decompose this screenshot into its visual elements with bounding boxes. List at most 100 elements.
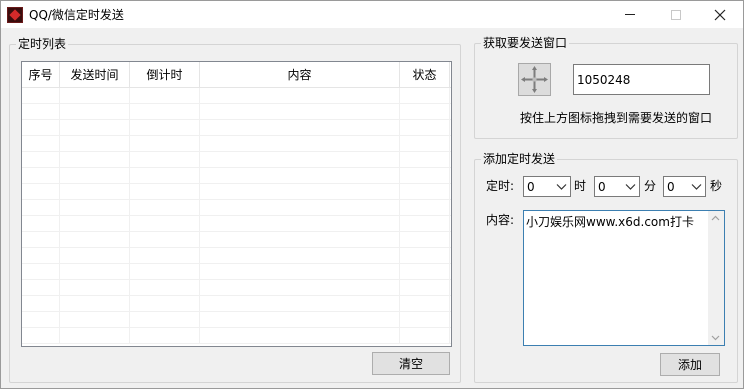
table-cell <box>60 104 130 120</box>
table-cell <box>130 216 200 232</box>
window-handle-field[interactable]: 1050248 <box>573 64 710 95</box>
table-cell <box>60 216 130 232</box>
table-cell <box>200 136 400 152</box>
table-row <box>22 264 451 280</box>
close-icon <box>714 9 726 20</box>
table-row <box>22 184 451 200</box>
table-cell <box>22 168 60 184</box>
table-cell <box>400 232 450 248</box>
table-cell <box>60 120 130 136</box>
schedule-list-body <box>22 88 451 344</box>
close-button[interactable] <box>697 1 743 28</box>
second-select[interactable]: 0 <box>663 176 706 197</box>
table-row <box>22 152 451 168</box>
table-cell <box>200 248 400 264</box>
table-row <box>22 232 451 248</box>
table-cell <box>200 296 400 312</box>
column-header-index[interactable]: 序号 <box>22 62 60 88</box>
content-input-value: 小刀娱乐网www.x6d.com打卡 <box>526 215 694 229</box>
table-cell <box>200 168 400 184</box>
table-cell <box>22 136 60 152</box>
table-row <box>22 120 451 136</box>
table-cell <box>130 200 200 216</box>
minute-select-value: 0 <box>598 179 606 194</box>
minimize-button[interactable] <box>607 1 653 28</box>
table-cell <box>400 104 450 120</box>
table-cell <box>60 184 130 200</box>
column-header-content[interactable]: 内容 <box>200 62 400 88</box>
chevron-down-icon <box>556 184 567 190</box>
table-row <box>22 280 451 296</box>
table-cell <box>22 216 60 232</box>
table-row <box>22 296 451 312</box>
table-cell <box>130 328 200 344</box>
maximize-icon <box>671 9 681 20</box>
time-label: 定时: <box>486 179 515 193</box>
second-select-value: 0 <box>667 179 675 194</box>
add-button-label: 添加 <box>677 358 702 372</box>
add-schedule-title: 添加定时发送 <box>481 152 558 166</box>
table-cell <box>22 248 60 264</box>
table-cell <box>130 280 200 296</box>
chevron-down-icon <box>691 184 702 190</box>
window-handle-value: 1050248 <box>577 72 631 87</box>
content-scrollbar[interactable] <box>708 211 724 345</box>
hour-select-value: 0 <box>527 179 535 194</box>
chevron-down-icon[interactable] <box>711 335 720 341</box>
column-header-status[interactable]: 状态 <box>400 62 450 88</box>
table-cell <box>130 168 200 184</box>
table-cell <box>60 152 130 168</box>
table-cell <box>130 104 200 120</box>
table-cell <box>130 88 200 104</box>
table-cell <box>200 88 400 104</box>
table-cell <box>60 280 130 296</box>
target-window-title: 获取要发送窗口 <box>481 36 570 50</box>
schedule-list-title: 定时列表 <box>16 37 69 51</box>
window-finder-handle[interactable] <box>518 63 551 96</box>
table-cell <box>200 152 400 168</box>
schedule-list[interactable]: 序号 发送时间 倒计时 内容 状态 <box>21 61 452 347</box>
table-cell <box>60 248 130 264</box>
table-row <box>22 104 451 120</box>
table-row <box>22 200 451 216</box>
table-cell <box>60 328 130 344</box>
table-cell <box>130 264 200 280</box>
table-cell <box>22 264 60 280</box>
table-cell <box>400 136 450 152</box>
table-cell <box>200 264 400 280</box>
maximize-button[interactable] <box>653 1 699 28</box>
add-button[interactable]: 添加 <box>660 353 720 376</box>
clear-button[interactable]: 清空 <box>372 352 450 375</box>
table-row <box>22 88 451 104</box>
table-cell <box>130 248 200 264</box>
title-bar: QQ/微信定时发送 <box>1 1 743 28</box>
table-cell <box>22 184 60 200</box>
table-cell <box>130 312 200 328</box>
hour-select[interactable]: 0 <box>523 176 571 197</box>
table-cell <box>22 120 60 136</box>
table-cell <box>22 152 60 168</box>
column-header-countdown[interactable]: 倒计时 <box>130 62 200 88</box>
table-cell <box>400 296 450 312</box>
table-cell <box>400 264 450 280</box>
app-logo-icon <box>7 6 23 23</box>
column-header-send-time[interactable]: 发送时间 <box>60 62 130 88</box>
table-cell <box>200 184 400 200</box>
table-cell <box>130 232 200 248</box>
table-cell <box>200 216 400 232</box>
chevron-up-icon[interactable] <box>711 215 720 221</box>
table-cell <box>130 120 200 136</box>
table-cell <box>22 312 60 328</box>
table-row <box>22 136 451 152</box>
content-input[interactable]: 小刀娱乐网www.x6d.com打卡 <box>523 210 725 346</box>
table-cell <box>60 88 130 104</box>
table-cell <box>400 248 450 264</box>
table-cell <box>130 296 200 312</box>
crosshair-icon <box>521 66 548 93</box>
table-cell <box>200 232 400 248</box>
second-unit: 秒 <box>710 179 723 193</box>
table-cell <box>60 200 130 216</box>
minute-select[interactable]: 0 <box>594 176 640 197</box>
table-cell <box>60 312 130 328</box>
table-row <box>22 168 451 184</box>
